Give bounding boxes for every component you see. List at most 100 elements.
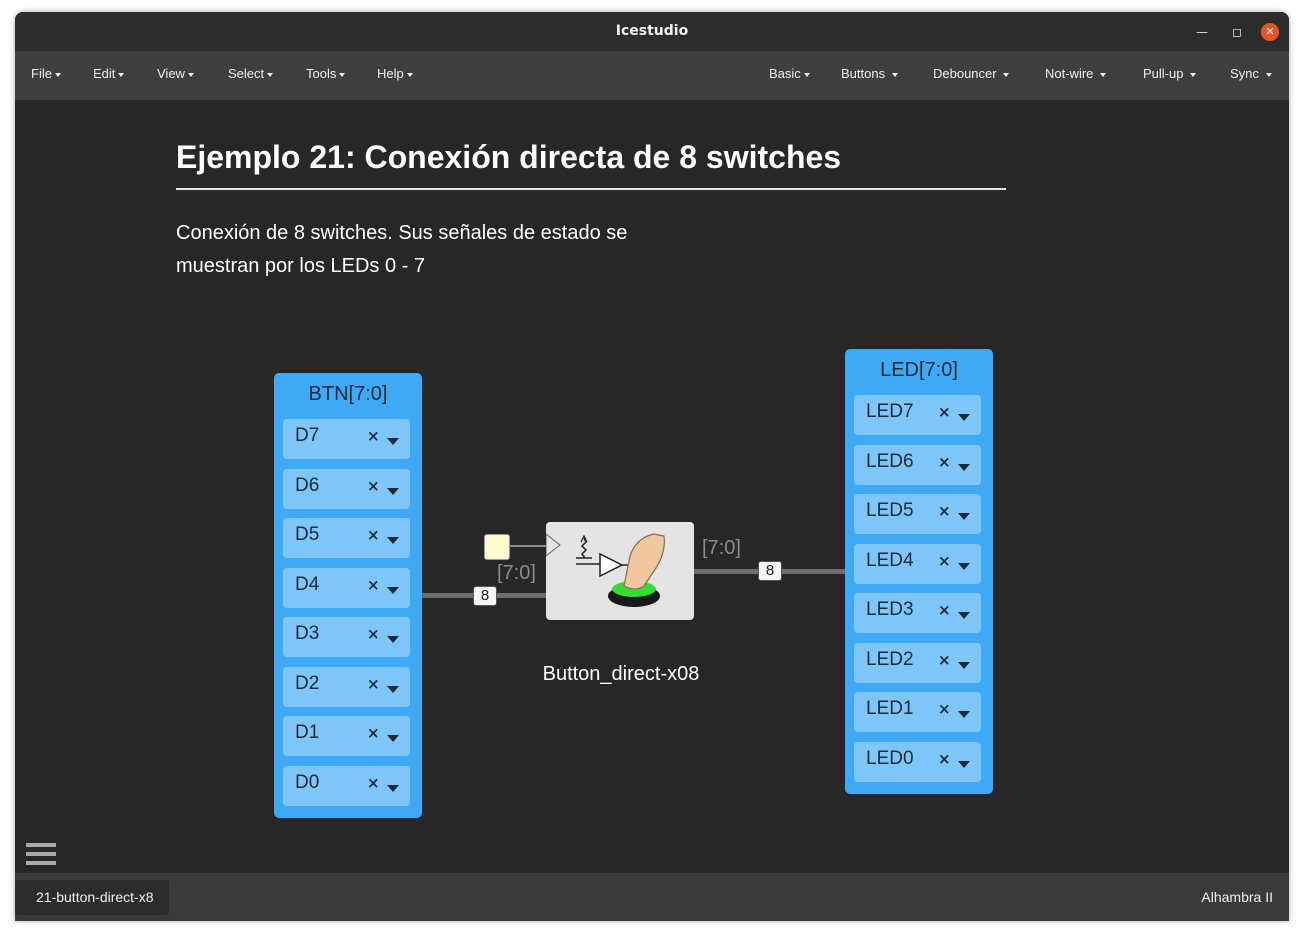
input-pin-d0[interactable]: D0 ×	[283, 766, 410, 806]
menu-buttons-label: Buttons	[841, 66, 886, 81]
remove-pin-icon[interactable]: ×	[938, 403, 951, 421]
remove-pin-icon[interactable]: ×	[367, 477, 380, 495]
menu-pull-up[interactable]: Pull-up	[1143, 66, 1197, 81]
remove-pin-icon[interactable]: ×	[367, 526, 380, 544]
output-pin-led3[interactable]: LED3 ×	[854, 593, 981, 633]
pin-label: LED0	[866, 748, 914, 769]
clock-wire	[509, 545, 546, 547]
chevron-down-icon[interactable]	[958, 414, 970, 421]
maximize-button[interactable]: ◻	[1228, 23, 1246, 41]
chevron-down-icon	[54, 72, 61, 77]
menu-file[interactable]: File	[31, 66, 61, 81]
chevron-down-icon[interactable]	[958, 761, 970, 768]
menu-sync[interactable]: Sync	[1230, 66, 1272, 81]
chevron-down-icon[interactable]	[387, 686, 399, 693]
chevron-down-icon[interactable]	[387, 735, 399, 742]
output-pin-led2[interactable]: LED2 ×	[854, 643, 981, 683]
chevron-down-icon[interactable]	[958, 612, 970, 619]
pin-label: D1	[295, 722, 320, 743]
remove-pin-icon[interactable]: ×	[938, 601, 951, 619]
remove-pin-icon[interactable]: ×	[938, 750, 951, 768]
push-button-icon	[545, 532, 665, 607]
chevron-down-icon[interactable]	[387, 438, 399, 445]
remove-pin-icon[interactable]: ×	[938, 502, 951, 520]
remove-pin-icon[interactable]: ×	[367, 427, 380, 445]
remove-pin-icon[interactable]: ×	[938, 453, 951, 471]
pin-label: D2	[295, 673, 320, 694]
menu-file-label: File	[31, 66, 52, 81]
close-button[interactable]: ✕	[1261, 23, 1279, 41]
chevron-down-icon[interactable]	[387, 488, 399, 495]
output-pin-led5[interactable]: LED5 ×	[854, 494, 981, 534]
remove-pin-icon[interactable]: ×	[367, 576, 380, 594]
remove-pin-icon[interactable]: ×	[367, 625, 380, 643]
chevron-down-icon[interactable]	[387, 785, 399, 792]
pin-label: LED3	[866, 599, 914, 620]
menu-edit[interactable]: Edit	[93, 66, 125, 81]
chevron-down-icon[interactable]	[387, 587, 399, 594]
input-pin-d5[interactable]: D5 ×	[283, 518, 410, 558]
chevron-down-icon[interactable]	[958, 711, 970, 718]
remove-pin-icon[interactable]: ×	[367, 774, 380, 792]
menu-not-wire[interactable]: Not-wire	[1045, 66, 1107, 81]
menu-tools-label: Tools	[306, 66, 337, 81]
board-selector[interactable]: Alhambra II	[1201, 889, 1273, 905]
remove-pin-icon[interactable]: ×	[938, 552, 951, 570]
remove-pin-icon[interactable]: ×	[938, 700, 951, 718]
input-pin-d4[interactable]: D4 ×	[283, 568, 410, 608]
chevron-down-icon[interactable]	[958, 662, 970, 669]
menu-help[interactable]: Help	[377, 66, 413, 81]
output-pin-led0[interactable]: LED0 ×	[854, 742, 981, 782]
menu-help-label: Help	[377, 66, 404, 81]
output-pin-led7[interactable]: LED7 ×	[854, 395, 981, 435]
chevron-down-icon[interactable]	[958, 513, 970, 520]
chevron-down-icon[interactable]	[387, 537, 399, 544]
output-pin-led1[interactable]: LED1 ×	[854, 692, 981, 732]
chevron-down-icon[interactable]	[958, 464, 970, 471]
menu-debouncer-label: Debouncer	[933, 66, 997, 81]
input-pin-d1[interactable]: D1 ×	[283, 716, 410, 756]
output-pin-led4[interactable]: LED4 ×	[854, 544, 981, 584]
menu-select-label: Select	[228, 66, 265, 81]
pin-label: D4	[295, 574, 320, 595]
input-pin-d7[interactable]: D7 ×	[283, 419, 410, 459]
input-pin-d6[interactable]: D6 ×	[283, 469, 410, 509]
remove-pin-icon[interactable]: ×	[367, 724, 380, 742]
chevron-down-icon[interactable]	[387, 636, 399, 643]
chevron-down-icon	[1265, 72, 1272, 77]
design-canvas[interactable]: Ejemplo 21: Conexión directa de 8 switch…	[15, 101, 1289, 872]
pin-label: D5	[295, 524, 320, 545]
menu-debouncer[interactable]: Debouncer	[933, 66, 1010, 81]
remove-pin-icon[interactable]: ×	[367, 675, 380, 693]
menu-view-label: View	[157, 66, 185, 81]
file-tab[interactable]: 21-button-direct-x8	[15, 880, 169, 915]
menu-basic[interactable]: Basic	[769, 66, 810, 81]
menu-view[interactable]: View	[157, 66, 194, 81]
description-text: Conexión de 8 switches. Sus señales de e…	[176, 217, 696, 283]
output-block-led[interactable]: LED[7:0] LED7 × LED6 × LED5 × LED4 × LED…	[845, 349, 993, 794]
menu-select[interactable]: Select	[228, 66, 274, 81]
pin-label: LED2	[866, 649, 914, 670]
minimize-button[interactable]: —	[1193, 23, 1211, 41]
chevron-down-icon	[803, 72, 810, 77]
chevron-down-icon	[1003, 72, 1010, 77]
clock-input-square[interactable]	[484, 534, 510, 560]
chevron-down-icon[interactable]	[958, 563, 970, 570]
input-bus-label: [7:0]	[497, 562, 536, 584]
status-bar: 21-button-direct-x8 Alhambra II	[15, 872, 1289, 921]
page-title: Ejemplo 21: Conexión directa de 8 switch…	[176, 139, 842, 175]
input-pin-d2[interactable]: D2 ×	[283, 667, 410, 707]
bus-size-badge: 8	[473, 586, 497, 606]
menu-buttons[interactable]: Buttons	[841, 66, 898, 81]
menu-tools[interactable]: Tools	[306, 66, 346, 81]
input-pin-d3[interactable]: D3 ×	[283, 617, 410, 657]
button-direct-module[interactable]	[545, 522, 694, 620]
pin-label: LED1	[866, 698, 914, 719]
input-block-btn[interactable]: BTN[7:0] D7 × D6 × D5 × D4 × D3 × D2 × D…	[274, 373, 422, 818]
pin-label: LED6	[866, 451, 914, 472]
chevron-down-icon	[267, 72, 274, 77]
output-pin-led6[interactable]: LED6 ×	[854, 445, 981, 485]
chevron-down-icon	[187, 72, 194, 77]
hamburger-menu-icon[interactable]	[26, 843, 56, 870]
remove-pin-icon[interactable]: ×	[938, 651, 951, 669]
